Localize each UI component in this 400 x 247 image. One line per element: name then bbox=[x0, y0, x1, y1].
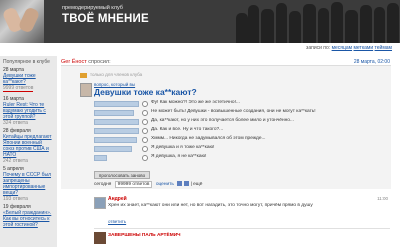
avatar[interactable] bbox=[94, 197, 106, 209]
site-header: премодерируемый клуб ТВОЁ МНЕНИЕ bbox=[0, 0, 400, 43]
poll-option[interactable]: Да, ка**кают, но у них это получается бо… bbox=[94, 117, 329, 126]
poll-option-label: Я девушка и я тоже ка**каю! bbox=[151, 145, 215, 150]
poll-option-label: Да. Как и все. Ну и что такого?... bbox=[151, 127, 224, 132]
poll-option-radio[interactable] bbox=[142, 110, 148, 116]
sidebar-popular: Популярное в клубе 28 марта Девушки тоже… bbox=[0, 56, 57, 247]
poll-option-radio[interactable] bbox=[142, 146, 148, 152]
divider bbox=[94, 228, 390, 229]
poll-option-radio[interactable] bbox=[142, 128, 148, 134]
sidebar-item-link[interactable]: Ruler Rest: Что те вздумаю угодить с это… bbox=[3, 102, 54, 120]
poll-option-bar bbox=[94, 137, 137, 143]
poll-option[interactable]: Я девушка, я не ка**каю! bbox=[94, 153, 329, 162]
sidebar-item-meta[interactable]: 193 ответа bbox=[3, 196, 54, 202]
question-avatar bbox=[80, 83, 92, 97]
archive-prefix: записи по: bbox=[306, 45, 331, 51]
share-more-link[interactable]: | ещё bbox=[191, 182, 203, 187]
poll-footer: сегодня 99999 ответов оценить | ещё bbox=[94, 181, 202, 188]
question-title[interactable]: Девушки тоже ка**кают? bbox=[94, 87, 197, 97]
answer-time: 11:00 bbox=[377, 196, 388, 201]
poll-option-label: Фу! Как можно?! Это же же эстетично!... bbox=[151, 100, 240, 105]
poll-option-radio[interactable] bbox=[142, 101, 148, 107]
total-label: сегодня bbox=[94, 182, 112, 187]
poll-option[interactable]: Я девушка и я тоже ка**каю! bbox=[94, 144, 329, 153]
share-icon[interactable] bbox=[177, 181, 183, 187]
poll-option-bar bbox=[94, 128, 139, 134]
poll-option[interactable]: Хммм... Никогда не задумывался об этом п… bbox=[94, 135, 329, 144]
archive-link-tags[interactable]: метками bbox=[353, 45, 373, 51]
poll-option-radio[interactable] bbox=[142, 137, 148, 143]
poll-option-label: Я девушка, я не ка**каю! bbox=[151, 154, 207, 159]
poll-option-bar bbox=[94, 146, 132, 152]
avatar[interactable] bbox=[94, 232, 106, 244]
sidebar-item-meta[interactable]: 242 ответа bbox=[3, 158, 54, 164]
poll-option-bar bbox=[94, 155, 107, 161]
revote-button[interactable]: проголосовать заново bbox=[94, 171, 150, 179]
sidebar-item-meta[interactable]: 9999 ответов bbox=[3, 85, 34, 92]
header-crowd-image bbox=[230, 0, 400, 43]
archive-link-themes[interactable]: теймам bbox=[375, 45, 392, 51]
club-subtitle: премодерируемый клуб bbox=[62, 5, 123, 11]
lock-icon bbox=[80, 73, 87, 78]
club-title[interactable]: ТВОЁ МНЕНИЕ bbox=[62, 13, 149, 25]
rate-link[interactable]: оценить bbox=[156, 182, 174, 187]
poll-option-label: Не может быть! Девушки - возвышенные соз… bbox=[151, 109, 316, 114]
poll-option-bar bbox=[94, 119, 139, 125]
answer-author[interactable]: Андрей bbox=[108, 196, 127, 202]
logo-image[interactable] bbox=[0, 0, 44, 43]
sidebar-item-meta[interactable]: 324 ответа bbox=[3, 120, 54, 126]
reply-link[interactable]: ответить bbox=[108, 219, 126, 224]
poll-option-radio[interactable] bbox=[142, 119, 148, 125]
poll-option-label: Да, ка**кают, но у них это получается бо… bbox=[151, 118, 294, 123]
sidebar-item-link[interactable]: Девушки тоже ка**кают? bbox=[3, 73, 54, 85]
sidebar-heading: Популярное в клубе bbox=[3, 59, 50, 65]
poll-option-label: Хммм... Никогда не задумывался об этом п… bbox=[151, 136, 266, 141]
answer-text: Хрен их знает, ка**кают они или нет, но … bbox=[108, 203, 313, 208]
archive-nav: записи по: месяцам метками теймам bbox=[306, 45, 392, 51]
share-icon[interactable] bbox=[184, 181, 190, 187]
sidebar-item-link[interactable]: Почему в СССР был запрещены импортирован… bbox=[3, 172, 54, 196]
page: премодерируемый клуб ТВОЁ МНЕНИЕ записи … bbox=[0, 0, 400, 247]
poll-option[interactable]: Да. Как и все. Ну и что такого?... bbox=[94, 126, 329, 135]
sidebar-item-link[interactable]: «Белый гражданин». Как вы относитесь к э… bbox=[3, 210, 54, 228]
share-icons bbox=[175, 181, 190, 187]
poll-option-bar bbox=[94, 101, 139, 107]
answer-author[interactable]: ЗАВЕРШЕНЫ ПАЛЬ АРТЁМИЧ bbox=[108, 233, 181, 238]
poll-option[interactable]: Фу! Как можно?! Это же же эстетично!... bbox=[94, 99, 329, 108]
poll-option[interactable]: Не может быть! Девушки - возвышенные соз… bbox=[94, 108, 329, 117]
archive-link-months[interactable]: месяцам bbox=[332, 45, 353, 51]
total-answers: 99999 ответов bbox=[114, 181, 153, 188]
poll-option-radio[interactable] bbox=[142, 155, 148, 161]
members-only-note: только для членов клуба bbox=[90, 72, 143, 77]
poll-option-bar bbox=[94, 110, 134, 116]
sidebar-item-link[interactable]: Китайцы предлагают Японии военный союз п… bbox=[3, 134, 54, 158]
